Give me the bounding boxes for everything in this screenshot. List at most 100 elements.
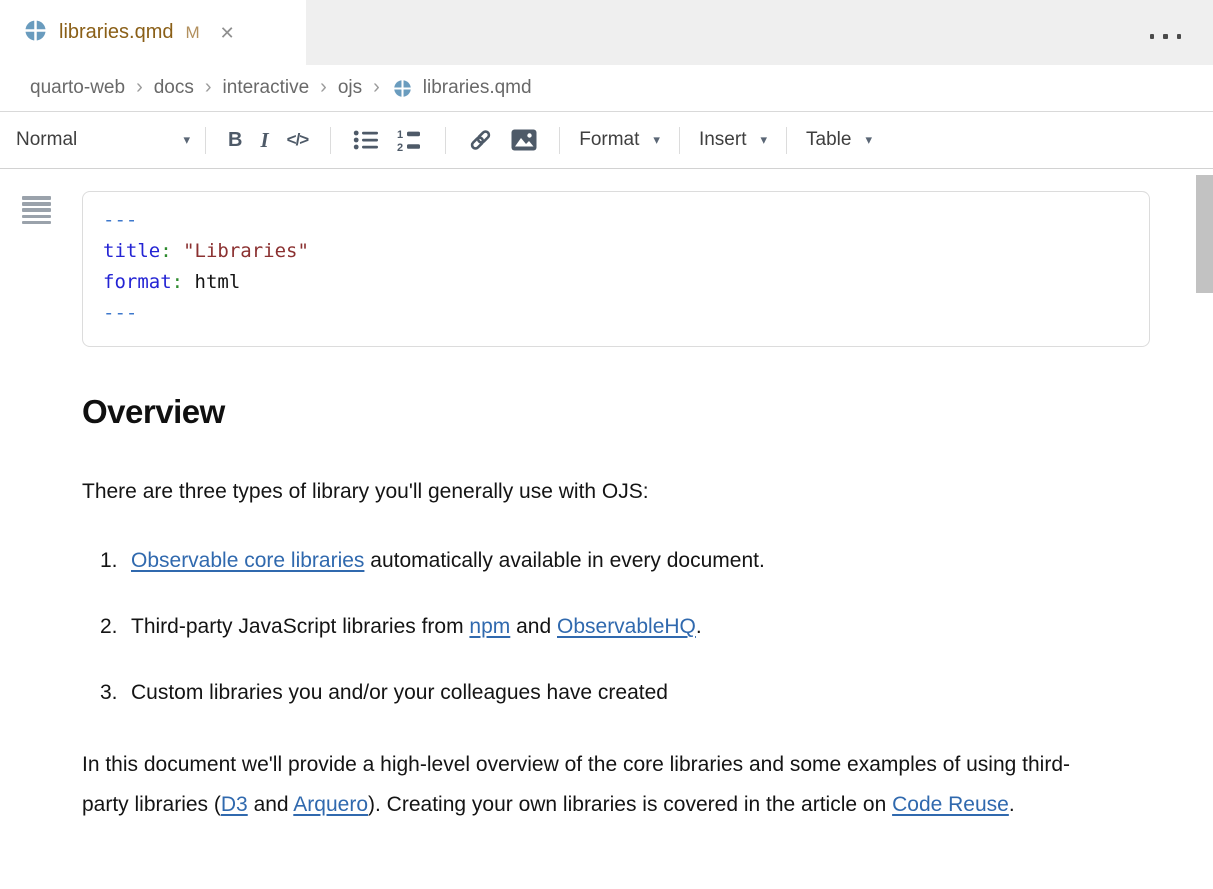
code-line: format: html (103, 267, 1129, 298)
list-number: 1. (100, 547, 131, 574)
svg-text:2: 2 (397, 142, 403, 152)
chevron-right-icon: › (205, 77, 212, 99)
breadcrumb-item-ojs[interactable]: ojs (338, 77, 362, 99)
list-item: 3. Custom libraries you and/or your coll… (82, 679, 1150, 706)
ordered-list: 1. Observable core libraries automatical… (82, 547, 1150, 706)
toolbar-separator (786, 127, 787, 154)
bold-button[interactable]: B (219, 124, 251, 157)
image-icon (511, 129, 537, 151)
chevron-right-icon: › (373, 77, 380, 99)
italic-button[interactable]: I (251, 123, 277, 158)
text-run: and (510, 615, 557, 638)
paragraph-style-value: Normal (16, 129, 77, 151)
table-menu-label: Table (806, 129, 851, 151)
list-item-text: Custom libraries you and/or your colleag… (131, 679, 668, 706)
doc-link[interactable]: Code Reuse (892, 793, 1009, 816)
list-number: 2. (100, 613, 131, 640)
code-token: --- (103, 302, 137, 324)
modified-badge: M (185, 23, 199, 43)
code-line: --- (103, 205, 1129, 236)
breadcrumb: quarto-web › docs › interactive › ojs › … (0, 65, 1213, 112)
quarto-icon (393, 79, 412, 98)
text-run: ). Creating your own libraries is covere… (368, 793, 892, 816)
insert-menu[interactable]: Insert ▾ (693, 125, 773, 155)
doc-link[interactable]: npm (469, 615, 510, 638)
chevron-right-icon: › (136, 77, 143, 99)
code-token: html (183, 271, 240, 293)
doc-link[interactable]: ObservableHQ (557, 615, 696, 638)
code-line: --- (103, 298, 1129, 329)
handle-bar (22, 215, 51, 219)
code-token: "Libraries" (183, 240, 309, 262)
ordered-list-icon: 1 2 (397, 128, 423, 152)
toolbar-separator (559, 127, 560, 154)
dot-icon (1150, 34, 1155, 39)
list-number: 3. (100, 679, 131, 706)
doc-link[interactable]: Observable core libraries (131, 549, 364, 572)
link-button[interactable] (459, 123, 502, 157)
code-token: format (103, 271, 172, 293)
chevron-down-icon: ▾ (865, 132, 872, 148)
code-line: title: "Libraries" (103, 236, 1129, 267)
code-token: : (172, 271, 183, 293)
doc-link[interactable]: Arquero (293, 793, 368, 816)
toolbar-separator (679, 127, 680, 154)
text-run: and (248, 793, 294, 816)
format-menu-label: Format (579, 129, 639, 151)
handle-bar (22, 196, 51, 200)
heading-overview: Overview (82, 393, 1150, 431)
breadcrumb-item-interactive[interactable]: interactive (223, 77, 310, 99)
text-run: Custom libraries you and/or your colleag… (131, 681, 668, 704)
bullet-list-icon (353, 128, 379, 152)
code-button[interactable]: </> (278, 125, 318, 155)
format-menu[interactable]: Format ▾ (573, 125, 666, 155)
chevron-down-icon: ▾ (653, 132, 660, 148)
list-item: 2. Third-party JavaScript libraries from… (82, 613, 1150, 640)
code-token: title (103, 240, 160, 262)
code-token (172, 240, 183, 262)
dot-icon (1177, 34, 1182, 39)
doc-link[interactable]: D3 (221, 793, 248, 816)
insert-menu-label: Insert (699, 129, 747, 151)
handle-bar (22, 221, 51, 225)
handle-bar (22, 202, 51, 206)
breadcrumb-item-quarto-web[interactable]: quarto-web (30, 77, 125, 99)
block-drag-handle-icon[interactable] (22, 194, 51, 226)
scrollbar-thumb[interactable] (1196, 175, 1213, 293)
editor-toolbar: Normal ▾ B I </> 1 2 (0, 112, 1213, 169)
text-run: . (1009, 793, 1015, 816)
text-run: . (696, 615, 702, 638)
ordered-list-button[interactable]: 1 2 (388, 123, 432, 157)
editor-content: ---title: "Libraries"format: html--- Ove… (0, 169, 1213, 825)
tab-title: libraries.qmd (59, 21, 173, 44)
breadcrumb-item-docs[interactable]: docs (154, 77, 194, 99)
tab-bar: libraries.qmd M ✕ (0, 0, 1213, 65)
breadcrumb-item-file[interactable]: libraries.qmd (423, 77, 532, 99)
code-token: --- (103, 209, 137, 231)
toolbar-separator (330, 127, 331, 154)
list-item: 1. Observable core libraries automatical… (82, 547, 1150, 574)
toolbar-separator (445, 127, 446, 154)
chevron-down-icon: ▾ (183, 132, 190, 148)
text-run: Third-party JavaScript libraries from (131, 615, 469, 638)
chevron-right-icon: › (320, 77, 327, 99)
dot-icon (1163, 34, 1168, 39)
intro-paragraph: There are three types of library you'll … (82, 478, 1094, 505)
list-item-text: Third-party JavaScript libraries from np… (131, 613, 702, 640)
toolbar-separator (205, 127, 206, 154)
svg-text:1: 1 (397, 129, 403, 141)
image-button[interactable] (502, 124, 546, 156)
bullet-list-button[interactable] (344, 123, 388, 157)
tab-libraries-qmd[interactable]: libraries.qmd M ✕ (0, 0, 306, 65)
list-item-text: Observable core libraries automatically … (131, 547, 765, 574)
chevron-down-icon: ▾ (760, 132, 767, 148)
text-run: automatically available in every documen… (364, 549, 764, 572)
code-token: : (160, 240, 171, 262)
paragraph-style-select[interactable]: Normal ▾ (14, 125, 192, 155)
yaml-metadata-block[interactable]: ---title: "Libraries"format: html--- (82, 191, 1150, 347)
table-menu[interactable]: Table ▾ (800, 125, 878, 155)
close-icon[interactable]: ✕ (220, 24, 235, 42)
handle-bar (22, 208, 51, 212)
more-actions-button[interactable] (1146, 30, 1186, 43)
link-icon (468, 128, 493, 152)
